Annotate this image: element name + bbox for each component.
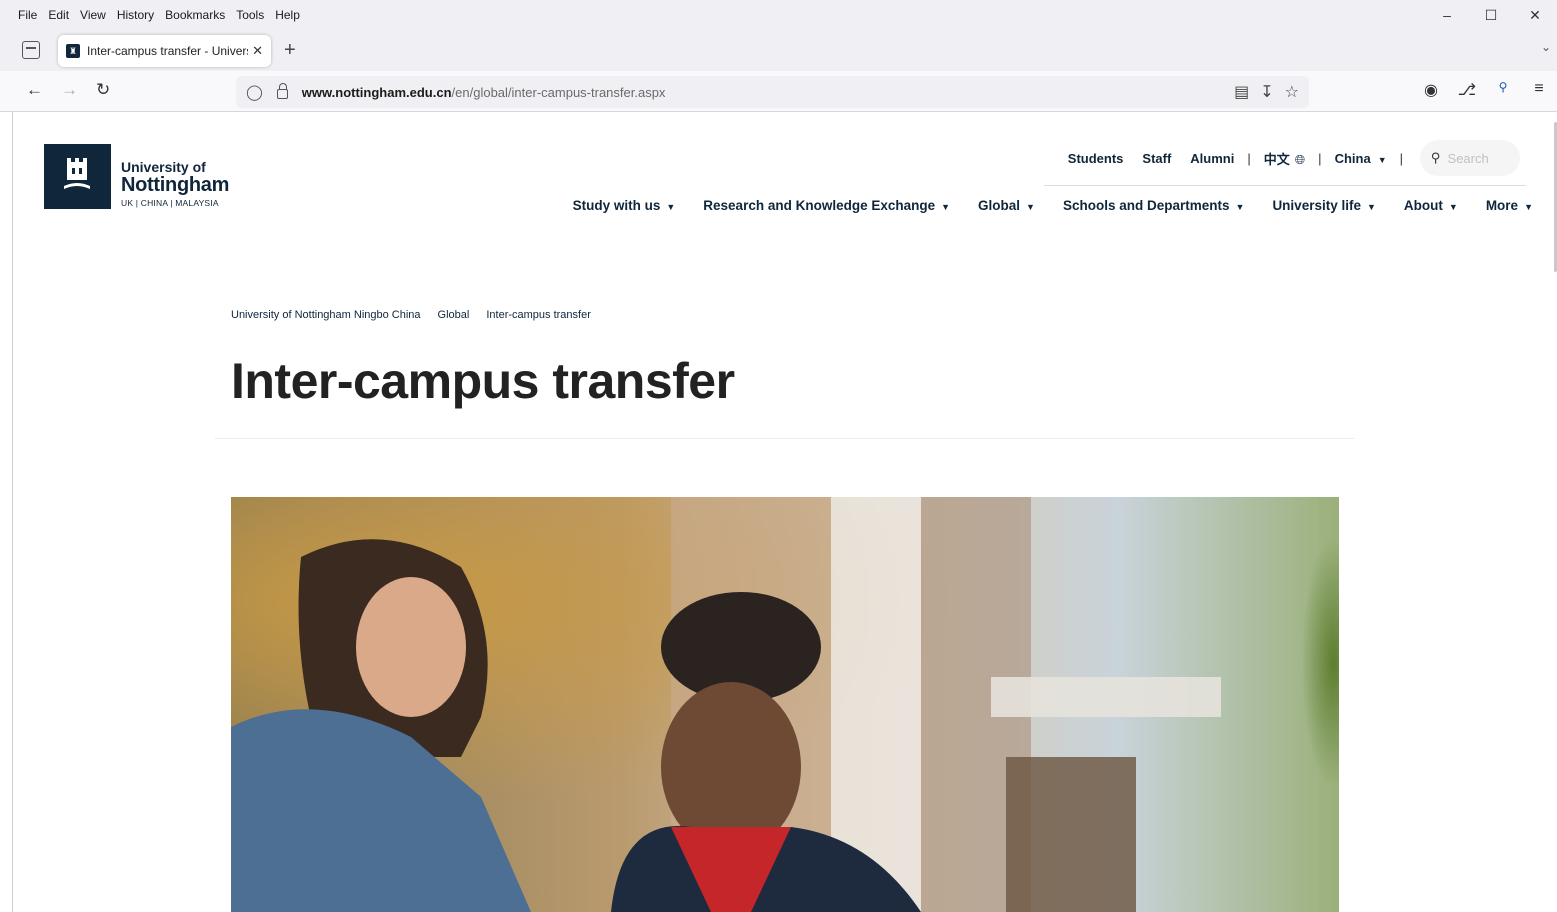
nav-study-with-us[interactable]: Study with us ▼ bbox=[573, 198, 676, 213]
address-bar[interactable]: ◯ www.nottingham.edu.cn/en/global/inter-… bbox=[236, 76, 1309, 108]
breadcrumb-global[interactable]: Global bbox=[438, 309, 470, 321]
alumni-link[interactable]: Alumni bbox=[1190, 151, 1234, 166]
caret-down-icon: ▼ bbox=[1377, 154, 1387, 165]
search-placeholder: Search bbox=[1447, 150, 1489, 166]
chevron-down-icon[interactable]: ⌄ bbox=[1541, 40, 1551, 54]
hamburger-menu-icon[interactable]: ≡ bbox=[1521, 80, 1557, 100]
region-dropdown[interactable]: China ▼ bbox=[1335, 151, 1387, 166]
breadcrumb-home[interactable]: University of Nottingham Ningbo China bbox=[231, 309, 421, 321]
minimize-icon[interactable]: – bbox=[1425, 7, 1469, 23]
language-switch[interactable]: 中文 🌐︎ bbox=[1264, 149, 1305, 168]
menu-bar: File Edit View History Bookmarks Tools H… bbox=[0, 0, 1557, 30]
url-text[interactable]: www.nottingham.edu.cn/en/global/inter-ca… bbox=[302, 85, 666, 100]
nav-university-life[interactable]: University life ▼ bbox=[1272, 198, 1375, 213]
bookmark-star-icon[interactable]: ☆ bbox=[1285, 82, 1299, 102]
active-tab[interactable]: ♜ Inter-campus transfer - Universi ✕ bbox=[58, 35, 271, 67]
caret-down-icon: ▼ bbox=[1235, 202, 1245, 212]
staff-link[interactable]: Staff bbox=[1142, 151, 1171, 166]
navigation-bar: ← → ↻ ◯ www.nottingham.edu.cn/en/global/… bbox=[0, 71, 1557, 112]
globe-icon: 🌐︎ bbox=[1294, 151, 1306, 167]
page-title: Inter-campus transfer bbox=[231, 353, 735, 409]
nav-schools[interactable]: Schools and Departments ▼ bbox=[1063, 198, 1244, 213]
students-link[interactable]: Students bbox=[1068, 151, 1124, 166]
nav-more[interactable]: More ▼ bbox=[1486, 198, 1533, 213]
nav-about[interactable]: About ▼ bbox=[1404, 198, 1458, 213]
utility-nav: Students Staff Alumni | 中文 🌐︎ | China ▼ | … bbox=[1049, 140, 1520, 176]
reload-icon[interactable]: ↻ bbox=[96, 80, 110, 100]
save-to-pocket-icon[interactable]: ↧ bbox=[1260, 82, 1273, 102]
tab-title: Inter-campus transfer - Universi bbox=[87, 44, 249, 58]
close-tab-icon[interactable]: ✕ bbox=[252, 43, 263, 59]
logo-line-1: University of bbox=[121, 159, 206, 175]
tab-list-icon[interactable] bbox=[22, 41, 40, 59]
forward-arrow-icon[interactable]: → bbox=[61, 80, 78, 100]
window-controls: – ☐ ✕ bbox=[1425, 0, 1557, 30]
web-page: University of Nottingham UK | CHINA | MA… bbox=[12, 112, 1557, 912]
search-extension-icon[interactable]: ⚲ bbox=[1485, 80, 1521, 100]
nav-research[interactable]: Research and Knowledge Exchange ▼ bbox=[703, 198, 950, 213]
menu-view[interactable]: View bbox=[75, 8, 112, 22]
menu-file[interactable]: File bbox=[0, 8, 43, 22]
account-icon[interactable]: ◉ bbox=[1413, 80, 1449, 100]
divider: | bbox=[1247, 150, 1251, 166]
caret-down-icon: ▼ bbox=[1366, 202, 1376, 212]
url-actions: ▤ ↧ ☆ bbox=[1234, 82, 1299, 102]
divider: | bbox=[1399, 150, 1403, 166]
castle-logo-icon bbox=[44, 144, 111, 209]
menu-history[interactable]: History bbox=[112, 8, 160, 22]
back-arrow-icon[interactable]: ← bbox=[26, 80, 43, 100]
toolbar-right: ◉ ⎇ ⚲ ≡ bbox=[1413, 80, 1557, 100]
menu-help[interactable]: Help bbox=[270, 8, 306, 22]
menu-tools[interactable]: Tools bbox=[231, 8, 270, 22]
search-icon: ⚲ bbox=[1431, 150, 1441, 165]
caret-down-icon: ▼ bbox=[941, 202, 951, 212]
new-tab-icon[interactable]: + bbox=[284, 39, 296, 62]
logo-line-3: UK | CHINA | MALAYSIA bbox=[121, 198, 219, 208]
extensions-icon[interactable]: ⎇ bbox=[1449, 80, 1485, 100]
lock-icon[interactable] bbox=[276, 83, 288, 99]
main-nav: Study with us ▼ Research and Knowledge Ex… bbox=[545, 198, 1533, 213]
caret-down-icon: ▼ bbox=[1026, 202, 1035, 212]
breadcrumb: University of Nottingham Ningbo China Gl… bbox=[231, 309, 591, 321]
shield-icon[interactable]: ◯ bbox=[246, 83, 263, 101]
menu-edit[interactable]: Edit bbox=[43, 8, 75, 22]
maximize-icon[interactable]: ☐ bbox=[1469, 7, 1513, 24]
logo-line-2: Nottingham bbox=[121, 174, 230, 196]
logo-wordmark: University of Nottingham UK | CHINA | MA… bbox=[121, 159, 229, 209]
tab-bar: ♜ Inter-campus transfer - Universi ✕ + ⌄ bbox=[0, 30, 1557, 71]
nav-global[interactable]: Global ▼ bbox=[978, 198, 1035, 213]
divider: | bbox=[1318, 150, 1322, 166]
caret-down-icon: ▼ bbox=[1524, 202, 1533, 212]
breadcrumb-current: Inter-campus transfer bbox=[486, 309, 591, 321]
site-search-input[interactable]: ⚲ Search bbox=[1420, 140, 1520, 176]
menu-bookmarks[interactable]: Bookmarks bbox=[160, 8, 231, 22]
caret-down-icon: ▼ bbox=[666, 202, 676, 212]
hero-image bbox=[231, 497, 1339, 912]
title-divider bbox=[215, 438, 1354, 439]
header-divider bbox=[1044, 185, 1526, 186]
caret-down-icon: ▼ bbox=[1448, 202, 1458, 212]
university-logo[interactable]: University of Nottingham UK | CHINA | MA… bbox=[44, 144, 229, 209]
reader-view-icon[interactable]: ▤ bbox=[1234, 82, 1249, 102]
favicon-icon: ♜ bbox=[66, 44, 80, 58]
close-window-icon[interactable]: ✕ bbox=[1513, 7, 1557, 24]
